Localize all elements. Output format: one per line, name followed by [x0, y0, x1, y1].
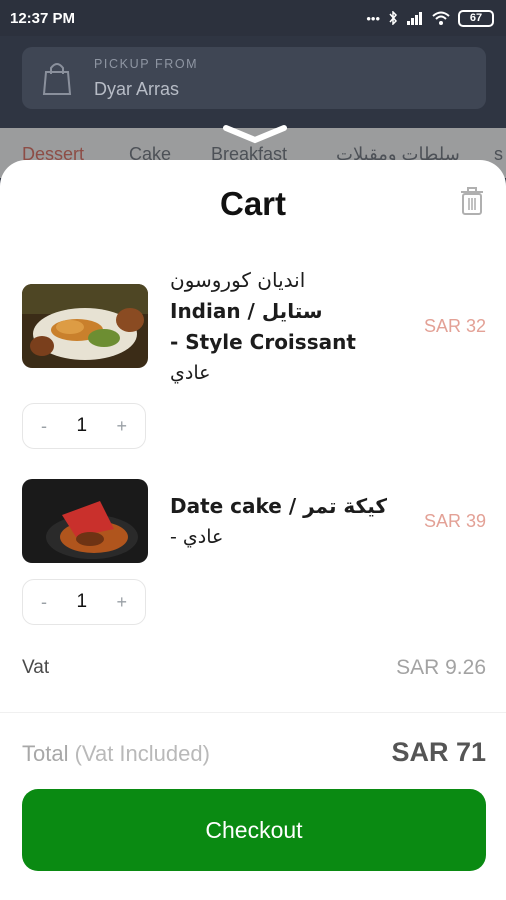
item-variant: - عادي [170, 526, 224, 548]
item-name-line-3: - Style Croissant [170, 330, 356, 354]
total-label-text: Total [22, 741, 69, 766]
header: PICKUP FROM Dyar Arras [0, 36, 506, 128]
quantity-stepper: - 1 + [22, 403, 146, 449]
quantity-value: 1 [76, 591, 88, 612]
decrease-button[interactable]: - [41, 416, 47, 437]
item-name-line-2: Indian / ستايل [170, 299, 323, 323]
cart-title: Cart [219, 185, 287, 222]
pickup-selector[interactable]: PICKUP FROM Dyar Arras [22, 47, 486, 109]
checkout-button[interactable]: Checkout [22, 789, 486, 871]
increase-button[interactable]: + [116, 416, 127, 437]
vat-label: Vat [22, 657, 50, 678]
divider [0, 712, 506, 713]
status-bar: 12:37 PM ••• 67 [0, 0, 506, 36]
trash-icon[interactable] [458, 186, 486, 216]
signal-icon [407, 12, 422, 25]
item-name-date-cake: Date cake / كيكة تمر - عادي [170, 491, 400, 553]
item-name-croissant: انديان كوروسون Indian / ستايل - Style Cr… [170, 265, 400, 389]
dots-icon: ••• [366, 10, 380, 26]
pickup-label: PICKUP FROM [94, 57, 199, 71]
status-icons: ••• 67 [366, 9, 494, 27]
total-value: SAR 71 [391, 737, 486, 767]
item-name-line-1: Date cake / كيكة تمر [170, 494, 387, 518]
item-image-croissant [22, 284, 148, 368]
wifi-icon [432, 11, 450, 25]
quantity-stepper: - 1 + [22, 579, 146, 625]
shopping-bag-icon [42, 63, 72, 95]
total-label: Total (Vat Included) [22, 741, 210, 767]
item-image-date-cake [22, 479, 148, 563]
item-name-ar: انديان كوروسون [170, 268, 306, 292]
pickup-value: Dyar Arras [94, 79, 180, 99]
item-price: SAR 39 [423, 511, 486, 531]
chevron-down-icon[interactable] [222, 124, 288, 144]
battery-icon: 67 [458, 9, 494, 27]
quantity-value: 1 [76, 415, 88, 436]
status-time: 12:37 PM [10, 9, 76, 27]
decrease-button[interactable]: - [41, 592, 47, 613]
total-label-sub: (Vat Included) [74, 741, 210, 766]
bluetooth-icon [389, 11, 398, 25]
item-price: SAR 32 [423, 316, 486, 336]
item-variant: عادي [170, 362, 211, 384]
vat-value: SAR 9.26 [396, 656, 486, 679]
increase-button[interactable]: + [116, 592, 127, 613]
